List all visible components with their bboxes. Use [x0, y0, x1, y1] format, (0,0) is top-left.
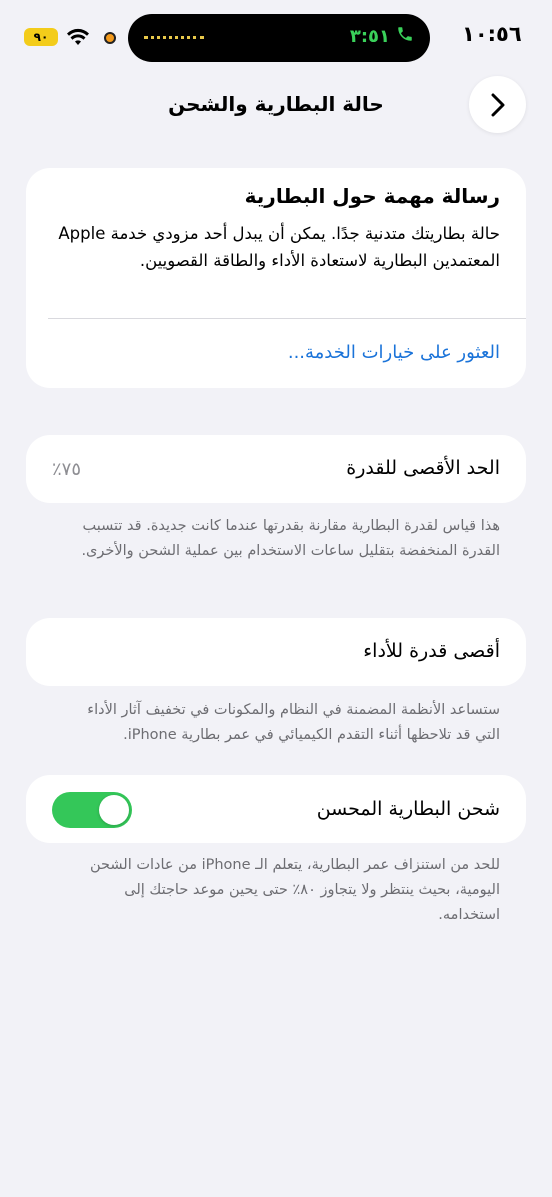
divider [48, 318, 526, 319]
phone-icon [396, 25, 414, 48]
optimized-charging-label: شحن البطارية المحسن [316, 798, 500, 820]
optimized-charging-footnote: للحد من استنزاف عمر البطارية، يتعلم الـ … [89, 857, 500, 923]
toggle-knob [99, 795, 129, 825]
peak-performance-row[interactable]: أقصى قدرة للأداء [26, 618, 526, 686]
back-button[interactable] [469, 76, 526, 133]
recording-indicator-icon [104, 32, 116, 44]
max-capacity-row: الحد الأقصى للقدرة ٪٧٥ [26, 435, 526, 503]
max-capacity-footnote: هذا قياس لقدرة البطارية مقارنة بقدرتها ع… [81, 518, 500, 559]
call-timer: ٣:٥١ [349, 26, 390, 47]
chevron-right-icon [491, 93, 504, 116]
battery-message-card: رسالة مهمة حول البطارية حالة بطاريتك متد… [26, 168, 526, 388]
audio-waveform-icon [144, 36, 204, 39]
wifi-icon [66, 28, 90, 50]
optimized-charging-toggle[interactable] [52, 792, 132, 828]
dynamic-island[interactable]: ٣:٥١ [128, 14, 430, 62]
max-capacity-value: ٪٧٥ [52, 459, 82, 480]
find-service-options-link[interactable]: العثور على خيارات الخدمة... [288, 342, 500, 363]
battery-indicator: ٩٠ [24, 28, 58, 46]
optimized-charging-row: شحن البطارية المحسن [26, 775, 526, 843]
peak-performance-footnote: ستساعد الأنظمة المضمنة في النظام والمكون… [87, 702, 500, 743]
call-indicator: ٣:٥١ [350, 25, 414, 48]
max-capacity-label: الحد الأقصى للقدرة [346, 457, 500, 479]
message-body: حالة بطاريتك متدنية جدًا. يمكن أن يبدل أ… [58, 224, 500, 270]
peak-performance-label: أقصى قدرة للأداء [363, 640, 500, 662]
message-title: رسالة مهمة حول البطارية [244, 184, 500, 208]
status-time: ١٠:٥٦ [462, 22, 522, 46]
